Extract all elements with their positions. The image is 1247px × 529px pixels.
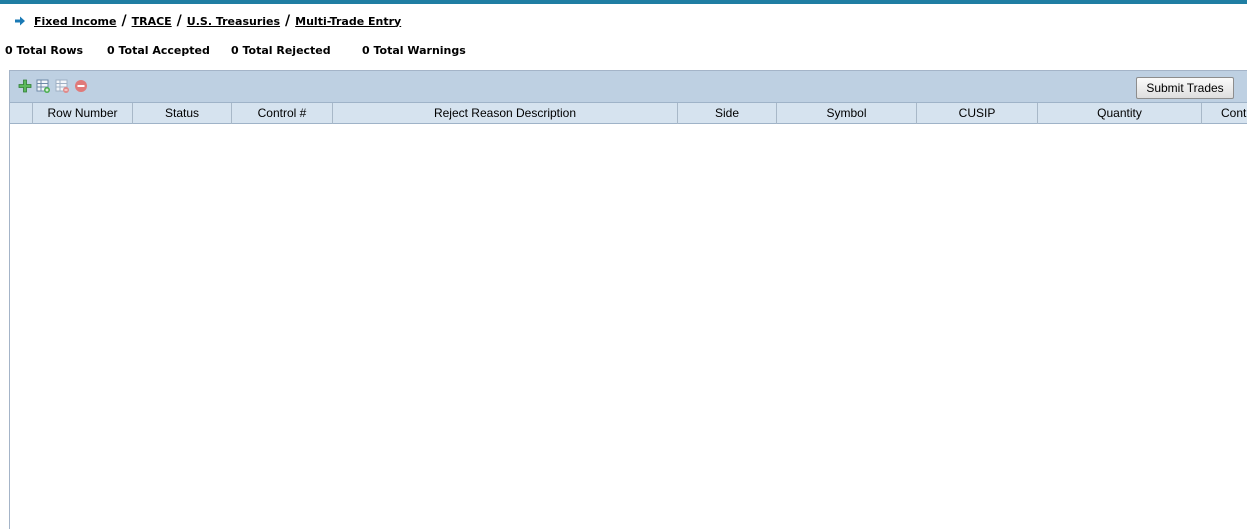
total-rejected: 0 Total Rejected — [231, 44, 331, 57]
arrow-right-icon — [15, 16, 25, 26]
column-header-cusip[interactable]: CUSIP — [917, 103, 1038, 124]
add-grid-row-icon[interactable] — [36, 79, 50, 93]
column-header-quantity[interactable]: Quantity — [1038, 103, 1202, 124]
add-icon[interactable] — [18, 79, 32, 93]
breadcrumb-us-treasuries[interactable]: U.S. Treasuries — [187, 15, 280, 28]
table-body — [10, 124, 1247, 529]
column-header-status[interactable]: Status — [133, 103, 232, 124]
column-header-reject-reason[interactable]: Reject Reason Description — [333, 103, 678, 124]
column-header-symbol[interactable]: Symbol — [777, 103, 917, 124]
column-header-control-number[interactable]: Control # — [232, 103, 333, 124]
breadcrumb-trace[interactable]: TRACE — [132, 15, 172, 28]
submit-trades-button[interactable]: Submit Trades — [1136, 77, 1234, 99]
table-header: Row Number Status Control # Reject Reaso… — [10, 102, 1247, 124]
total-rows: 0 Total Rows — [5, 44, 84, 57]
trades-grid: Submit Trades Row Number Status Control … — [9, 70, 1247, 529]
total-accepted: 0 Total Accepted — [107, 44, 210, 57]
remove-icon[interactable] — [74, 79, 88, 93]
breadcrumb-separator: / — [121, 13, 127, 29]
breadcrumb-separator: / — [285, 13, 291, 29]
total-warnings: 0 Total Warnings — [362, 44, 466, 57]
breadcrumb-fixed-income[interactable]: Fixed Income — [34, 15, 116, 28]
grid-toolbar: Submit Trades — [10, 71, 1247, 102]
row-selector-header[interactable] — [10, 103, 33, 124]
breadcrumb: Fixed Income / TRACE / U.S. Treasuries /… — [14, 13, 401, 29]
column-header-row-number[interactable]: Row Number — [33, 103, 133, 124]
top-accent-rule — [0, 0, 1247, 4]
column-header-cont[interactable]: Cont — [1202, 103, 1247, 124]
breadcrumb-multi-trade-entry[interactable]: Multi-Trade Entry — [295, 15, 401, 28]
column-header-side[interactable]: Side — [678, 103, 777, 124]
delete-grid-row-icon[interactable] — [55, 79, 69, 93]
breadcrumb-separator: / — [176, 13, 182, 29]
